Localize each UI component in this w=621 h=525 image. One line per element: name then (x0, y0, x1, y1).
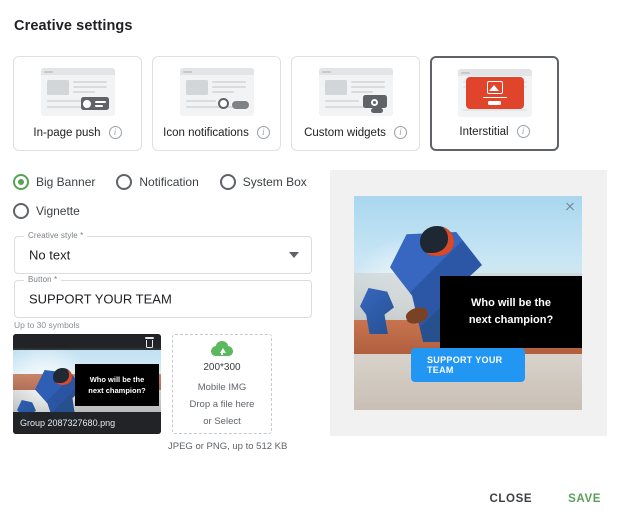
page-title: Creative settings (14, 18, 133, 34)
radio-indicator[interactable] (116, 174, 132, 190)
radio-system-box[interactable]: System Box (220, 174, 307, 190)
creative-type-radio-group-row1: Big Banner Notification System Box (13, 174, 322, 190)
dropzone-line1: Mobile IMG (198, 381, 247, 394)
save-button[interactable]: SAVE (562, 489, 607, 509)
dropzone-dimensions: 200*300 (203, 362, 240, 373)
preview-message-box: Who will be the next champion? (440, 276, 582, 348)
close-icon[interactable] (565, 201, 575, 211)
uploaded-image-thumbnail[interactable]: Who will be the next champion? Group 208… (13, 334, 161, 434)
button-field-value: SUPPORT YOUR TEAM (29, 292, 172, 307)
format-card-label: Interstitial (459, 126, 508, 138)
interstitial-icon (457, 68, 533, 118)
dropzone-hint: JPEG or PNG, up to 512 KB (168, 441, 287, 452)
button-text-input[interactable]: Button * SUPPORT YOUR TEAM (14, 280, 312, 318)
creative-format-cards: In-page push i Icon notificati (13, 56, 559, 151)
radio-indicator[interactable] (13, 174, 29, 190)
thumbnail-overlay-line1: Who will be the (90, 374, 145, 385)
custom-widgets-icon (318, 67, 394, 117)
creative-style-label: Creative style * (24, 231, 87, 240)
info-icon[interactable]: i (109, 126, 122, 139)
dropzone-line2: Drop a file here (190, 398, 255, 411)
radio-notification[interactable]: Notification (116, 174, 198, 190)
preview-cta-button[interactable]: SUPPORT YOUR TEAM (411, 348, 525, 382)
format-card-label: Custom widgets (304, 127, 386, 139)
creative-style-select[interactable]: Creative style * No text (14, 236, 312, 274)
radio-indicator[interactable] (13, 203, 29, 219)
creative-style-value: No text (29, 248, 70, 263)
radio-label: Big Banner (36, 175, 95, 189)
icon-notifications-icon (179, 67, 255, 117)
thumbnail-overlay-text: Who will be the next champion? (75, 364, 159, 406)
button-field-label: Button * (24, 275, 61, 284)
thumbnail-overlay-line2: next champion? (88, 385, 146, 396)
format-card-custom-widgets[interactable]: Custom widgets i (291, 56, 420, 151)
info-icon[interactable]: i (517, 125, 530, 138)
format-card-in-page-push[interactable]: In-page push i (13, 56, 142, 151)
interstitial-ad-preview: Who will be the next champion? SUPPORT Y… (354, 196, 582, 410)
dropzone-select-link[interactable]: or Select (203, 415, 241, 428)
radio-label: Notification (139, 175, 198, 189)
format-card-label: In-page push (33, 127, 100, 139)
radio-indicator[interactable] (220, 174, 236, 190)
info-icon[interactable]: i (394, 126, 407, 139)
radio-big-banner[interactable]: Big Banner (13, 174, 95, 190)
format-card-interstitial[interactable]: Interstitial i (430, 56, 559, 151)
button-field-helper-text: Up to 30 symbols (14, 320, 80, 330)
cloud-upload-icon (211, 341, 233, 356)
radio-vignette[interactable]: Vignette (13, 203, 80, 219)
radio-label: Vignette (36, 204, 80, 218)
info-icon[interactable]: i (257, 126, 270, 139)
format-card-label: Icon notifications (163, 127, 249, 139)
creative-preview-panel: Who will be the next champion? SUPPORT Y… (330, 170, 607, 436)
creative-type-radio-group-row2: Vignette (13, 203, 95, 219)
preview-message-line1: Who will be the (471, 295, 551, 312)
image-dropzone[interactable]: 200*300 Mobile IMG Drop a file here or S… (172, 334, 272, 434)
trash-icon[interactable] (145, 337, 154, 348)
format-card-icon-notifications[interactable]: Icon notifications i (152, 56, 281, 151)
preview-message-line2: next champion? (469, 312, 553, 329)
close-button[interactable]: CLOSE (484, 489, 539, 509)
thumbnail-toolbar (13, 334, 161, 350)
preview-helmet (420, 226, 454, 256)
in-page-push-icon (40, 67, 116, 117)
chevron-down-icon[interactable] (289, 252, 299, 258)
radio-label: System Box (243, 175, 307, 189)
thumbnail-filename: Group 2087327680.png (13, 412, 161, 434)
dialog-footer: CLOSE SAVE (484, 489, 608, 509)
